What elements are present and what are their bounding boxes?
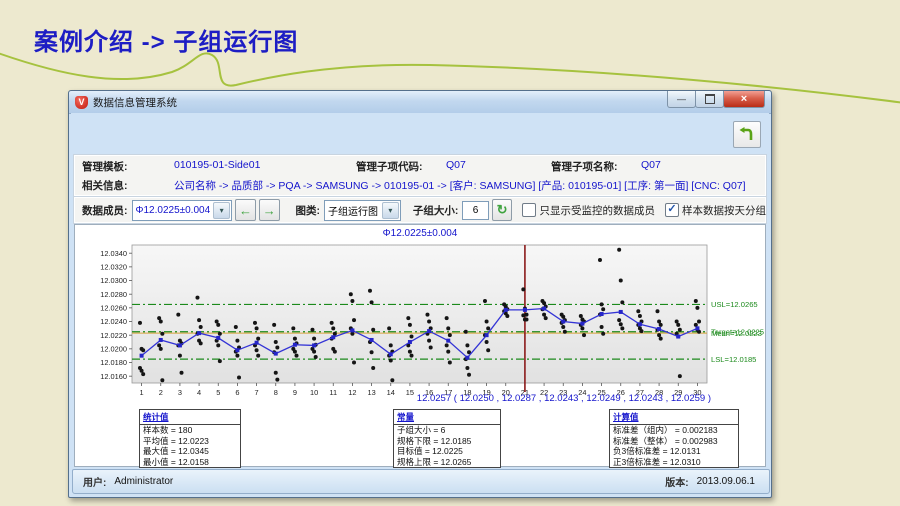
chart-panel: Φ12.0225±0.004 12.016012.018012.020012.0… bbox=[74, 224, 766, 467]
stat-row: 平均值 = 12.0223 bbox=[140, 436, 240, 447]
svg-text:2: 2 bbox=[159, 388, 163, 397]
constants-table-title: 常量 bbox=[394, 410, 500, 425]
window-title: 数据信息管理系统 bbox=[93, 95, 177, 110]
calculated-table-title: 计算值 bbox=[610, 410, 738, 425]
svg-text:15: 15 bbox=[406, 388, 414, 397]
svg-text:12.0300: 12.0300 bbox=[100, 276, 127, 285]
checkbox-icon[interactable]: ✓ bbox=[665, 203, 679, 217]
stat-row: 标准差（整体） = 0.002983 bbox=[610, 436, 738, 447]
statistics-table: 统计值 样本数 = 180 平均值 = 12.0223 最大值 = 12.034… bbox=[139, 409, 241, 468]
subgroup-run-chart[interactable]: 12.0160 12.0180 12.0200 12.0220 12.0240 12.02… bbox=[75, 235, 765, 407]
user-value: Administrator bbox=[114, 476, 173, 487]
subitem-name-label: 管理子项名称: bbox=[551, 159, 618, 174]
svg-text:14: 14 bbox=[387, 388, 395, 397]
data-member-value: Φ12.0225±0.004 bbox=[133, 205, 214, 216]
slide-title: 案例介绍 -> 子组运行图 bbox=[34, 22, 298, 57]
subgroup-size-label: 子组大小: bbox=[413, 203, 459, 218]
subitem-code-label: 管理子项代码: bbox=[356, 159, 423, 174]
stat-row: 标准差（组内） = 0.002183 bbox=[610, 425, 738, 436]
svg-text:12.0340: 12.0340 bbox=[100, 249, 127, 258]
svg-text:1: 1 bbox=[140, 388, 144, 397]
stat-row: 样本数 = 180 bbox=[140, 425, 240, 436]
selected-subgroup-values: 12.0257 ( 12.0250 , 12.0287 , 12.0243 , … bbox=[417, 393, 711, 404]
svg-text:12.0260: 12.0260 bbox=[100, 303, 127, 312]
stat-row: 规格上限 = 12.0265 bbox=[394, 457, 500, 468]
svg-text:12.0160: 12.0160 bbox=[100, 372, 127, 381]
window-titlebar[interactable]: V 数据信息管理系统 — × bbox=[69, 91, 771, 114]
version-value: 2013.09.06.1 bbox=[697, 476, 755, 487]
stat-row: 子组大小 = 6 bbox=[394, 425, 500, 436]
app-logo-icon: V bbox=[75, 96, 88, 109]
svg-text:Mean=12.0223: Mean=12.0223 bbox=[711, 329, 762, 338]
svg-text:5: 5 bbox=[216, 388, 220, 397]
control-toolbar: 数据成员: Φ12.0225±0.004 ▾ ← → 图类: 子组运行图 ▾ 子… bbox=[73, 196, 767, 224]
svg-text:3: 3 bbox=[178, 388, 182, 397]
svg-text:10: 10 bbox=[310, 388, 318, 397]
svg-text:6: 6 bbox=[235, 388, 239, 397]
next-member-button[interactable]: → bbox=[259, 199, 280, 221]
stat-row: 最小值 = 12.0158 bbox=[140, 457, 240, 468]
subitem-name-value: Q07 bbox=[641, 159, 661, 171]
stat-row: 正3倍标准差 = 12.0310 bbox=[610, 457, 738, 468]
svg-text:12: 12 bbox=[348, 388, 356, 397]
svg-text:13: 13 bbox=[367, 388, 375, 397]
svg-text:11: 11 bbox=[329, 388, 337, 397]
user-label: 用户: bbox=[83, 474, 106, 489]
svg-text:LSL=12.0185: LSL=12.0185 bbox=[711, 355, 756, 364]
data-member-label: 数据成员: bbox=[82, 203, 128, 218]
monitored-only-checkbox[interactable]: ✓ 只显示受监控的数据成员 bbox=[522, 203, 655, 218]
svg-text:4: 4 bbox=[197, 388, 201, 397]
svg-text:8: 8 bbox=[274, 388, 278, 397]
svg-text:9: 9 bbox=[293, 388, 297, 397]
svg-text:USL=12.0265: USL=12.0265 bbox=[711, 300, 758, 309]
related-info-label: 相关信息: bbox=[82, 178, 128, 193]
template-value: 010195-01-Side01 bbox=[174, 159, 260, 171]
svg-text:12.0220: 12.0220 bbox=[100, 331, 127, 340]
subgroup-size-input[interactable]: 6 bbox=[462, 201, 488, 220]
return-arrow-icon bbox=[739, 127, 755, 143]
svg-text:12.0280: 12.0280 bbox=[100, 290, 127, 299]
chart-type-label: 图类: bbox=[296, 203, 321, 218]
close-button[interactable]: × bbox=[723, 91, 765, 108]
template-label: 管理模板: bbox=[82, 159, 128, 174]
minimize-button[interactable]: — bbox=[667, 91, 696, 108]
refresh-button[interactable]: ↻ bbox=[492, 199, 513, 221]
svg-text:7: 7 bbox=[255, 388, 259, 397]
stat-row: 最大值 = 12.0345 bbox=[140, 446, 240, 457]
back-button[interactable] bbox=[733, 121, 761, 148]
presentation-slide: 案例介绍 -> 子组运行图 V 数据信息管理系统 — × 管理模 bbox=[0, 0, 900, 506]
left-arrow-icon: ← bbox=[239, 203, 252, 218]
management-info-panel: 管理模板: 010195-01-Side01 管理子项代码: Q07 管理子项名… bbox=[73, 154, 767, 197]
prev-member-button[interactable]: ← bbox=[235, 199, 256, 221]
svg-text:12.0320: 12.0320 bbox=[100, 262, 127, 271]
chevron-down-icon[interactable]: ▾ bbox=[382, 202, 399, 219]
stat-row: 负3倍标准差 = 12.0131 bbox=[610, 446, 738, 457]
statistics-table-title: 统计值 bbox=[140, 410, 240, 425]
version-label: 版本: bbox=[665, 474, 688, 489]
toolbar-band bbox=[71, 113, 769, 153]
data-member-dropdown[interactable]: Φ12.0225±0.004 ▾ bbox=[132, 200, 233, 221]
group-by-day-label: 样本数据按天分组 bbox=[682, 203, 766, 218]
app-window: V 数据信息管理系统 — × 管理模板: 010195-01-Side01 管理… bbox=[68, 90, 772, 498]
chevron-down-icon[interactable]: ▾ bbox=[213, 202, 230, 219]
checkbox-icon[interactable]: ✓ bbox=[522, 203, 536, 217]
chart-type-value: 子组运行图 bbox=[325, 203, 382, 218]
right-arrow-icon: → bbox=[263, 203, 276, 218]
constants-table: 常量 子组大小 = 6 规格下限 = 12.0185 目标值 = 12.0225… bbox=[393, 409, 501, 468]
group-by-day-checkbox[interactable]: ✓ 样本数据按天分组 bbox=[665, 203, 766, 218]
stat-row: 规格下限 = 12.0185 bbox=[394, 436, 500, 447]
svg-text:12.0200: 12.0200 bbox=[100, 344, 127, 353]
maximize-button[interactable] bbox=[695, 91, 724, 108]
monitored-only-label: 只显示受监控的数据成员 bbox=[539, 203, 655, 218]
stat-row: 目标值 = 12.0225 bbox=[394, 446, 500, 457]
maximize-icon bbox=[705, 94, 715, 104]
chart-type-dropdown[interactable]: 子组运行图 ▾ bbox=[324, 200, 401, 221]
status-bar: 用户: Administrator 版本: 2013.09.06.1 bbox=[72, 469, 770, 494]
calculated-table: 计算值 标准差（组内） = 0.002183 标准差（整体） = 0.00298… bbox=[609, 409, 739, 468]
related-info-value: 公司名称 -> 品质部 -> PQA -> SAMSUNG -> 010195-… bbox=[174, 178, 746, 193]
svg-text:12.0240: 12.0240 bbox=[100, 317, 127, 326]
refresh-icon: ↻ bbox=[497, 202, 508, 218]
svg-text:12.0180: 12.0180 bbox=[100, 358, 127, 367]
subitem-code-value: Q07 bbox=[446, 159, 466, 171]
